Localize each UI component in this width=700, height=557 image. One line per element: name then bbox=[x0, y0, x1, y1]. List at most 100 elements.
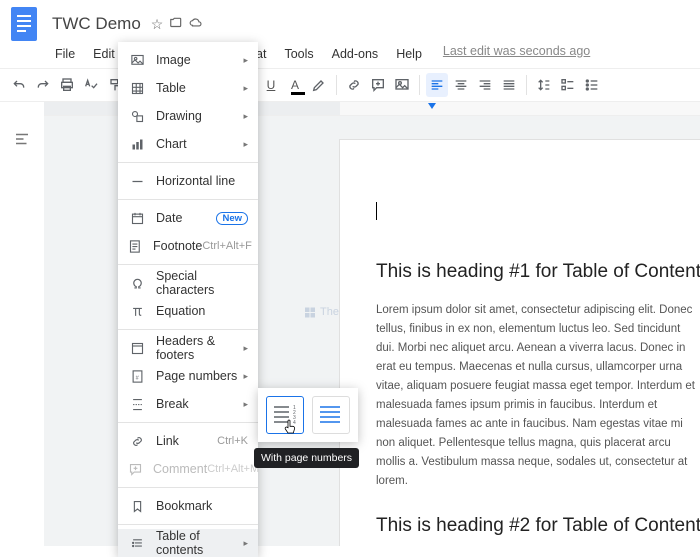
menu-item-label: Chart bbox=[156, 137, 243, 151]
menu-help[interactable]: Help bbox=[389, 44, 429, 64]
omega-icon bbox=[128, 276, 146, 291]
heading-1[interactable]: This is heading #1 for Table of Contents bbox=[376, 261, 700, 283]
text-cursor bbox=[376, 202, 377, 220]
insert-table-of-contents[interactable]: Table of contents▸ bbox=[118, 529, 258, 557]
submenu-arrow-icon: ▸ bbox=[243, 343, 248, 354]
insert-bookmark[interactable]: Bookmark bbox=[118, 492, 258, 520]
menu-item-label: Bookmark bbox=[156, 499, 248, 513]
submenu-arrow-icon: ▸ bbox=[243, 83, 248, 94]
star-icon[interactable]: ☆ bbox=[151, 16, 164, 33]
submenu-arrow-icon: ▸ bbox=[243, 399, 248, 410]
menu-item-label: Equation bbox=[156, 304, 248, 318]
align-right-button[interactable] bbox=[474, 73, 496, 97]
insert-headers-footers[interactable]: Headers & footers▸ bbox=[118, 334, 258, 362]
docs-app-icon[interactable] bbox=[10, 6, 38, 42]
menu-item-label: Special characters bbox=[156, 269, 248, 297]
date-icon bbox=[128, 211, 146, 226]
shortcut-label: Ctrl+Alt+F bbox=[202, 240, 252, 252]
insert-comment[interactable]: CommentCtrl+Alt+M bbox=[118, 455, 258, 483]
break-icon bbox=[128, 397, 146, 412]
align-center-button[interactable] bbox=[450, 73, 472, 97]
menu-edit[interactable]: Edit bbox=[86, 44, 122, 64]
image-icon bbox=[128, 53, 146, 68]
insert-table[interactable]: Table▸ bbox=[118, 74, 258, 102]
footnote-icon bbox=[128, 239, 143, 254]
menu-item-label: Footnote bbox=[153, 239, 202, 253]
move-icon[interactable] bbox=[169, 16, 183, 33]
shortcut-label: Ctrl+Alt+M bbox=[207, 463, 259, 475]
insert-equation[interactable]: Equation bbox=[118, 297, 258, 325]
line-spacing-button[interactable] bbox=[533, 73, 555, 97]
submenu-arrow-icon: ▸ bbox=[243, 111, 248, 122]
menu-item-label: Page numbers bbox=[156, 369, 243, 383]
add-comment-button[interactable] bbox=[367, 73, 389, 97]
comment-icon bbox=[128, 462, 143, 477]
menu-item-label: Drawing bbox=[156, 109, 243, 123]
insert-break[interactable]: Break▸ bbox=[118, 390, 258, 418]
hr-icon bbox=[128, 174, 146, 189]
menu-file[interactable]: File bbox=[48, 44, 82, 64]
drawing-icon bbox=[128, 109, 146, 124]
align-left-button[interactable] bbox=[426, 73, 448, 97]
toc-tooltip: With page numbers bbox=[254, 448, 359, 468]
toolbar: − 11 + B I U A bbox=[0, 68, 700, 102]
menu-item-label: Table bbox=[156, 81, 243, 95]
print-button[interactable] bbox=[56, 73, 78, 97]
text-color-button[interactable]: A bbox=[284, 73, 306, 97]
insert-link[interactable]: LinkCtrl+K bbox=[118, 427, 258, 455]
outline-icon[interactable] bbox=[13, 130, 31, 148]
menu-item-label: Comment bbox=[153, 462, 207, 476]
submenu-arrow-icon: ▸ bbox=[243, 538, 248, 549]
toc-submenu: 1234 bbox=[258, 388, 358, 442]
chart-icon bbox=[128, 137, 146, 152]
insert-link-button[interactable] bbox=[343, 73, 365, 97]
header-icon bbox=[128, 341, 146, 356]
submenu-arrow-icon: ▸ bbox=[243, 55, 248, 66]
page[interactable]: This is heading #1 for Table of Contents… bbox=[340, 140, 700, 546]
toc-icon bbox=[128, 536, 146, 551]
bookmark-icon bbox=[128, 499, 146, 514]
insert-page-numbers[interactable]: #Page numbers▸ bbox=[118, 362, 258, 390]
submenu-arrow-icon: ▸ bbox=[243, 139, 248, 150]
insert-chart[interactable]: Chart▸ bbox=[118, 130, 258, 158]
paragraph-1[interactable]: Lorem ipsum dolor sit amet, consectetur … bbox=[376, 301, 696, 491]
spellcheck-button[interactable] bbox=[80, 73, 102, 97]
insert-image-button[interactable] bbox=[391, 73, 413, 97]
menu-item-label: Date bbox=[156, 211, 216, 225]
checklist-button[interactable] bbox=[557, 73, 579, 97]
pagenum-icon: # bbox=[128, 369, 146, 384]
last-edit-link[interactable]: Last edit was seconds ago bbox=[443, 44, 590, 64]
underline-button[interactable]: U bbox=[260, 73, 282, 97]
pi-icon bbox=[128, 304, 146, 319]
document-title[interactable]: TWC Demo bbox=[48, 12, 145, 36]
undo-button[interactable] bbox=[8, 73, 30, 97]
insert-date[interactable]: DateNew bbox=[118, 204, 258, 232]
menu-item-label: Headers & footers bbox=[156, 334, 243, 362]
link-icon bbox=[128, 434, 146, 449]
toc-with-blue-links[interactable] bbox=[312, 396, 350, 434]
new-badge: New bbox=[216, 212, 248, 225]
table-icon bbox=[128, 81, 146, 96]
menu-addons[interactable]: Add-ons bbox=[325, 44, 386, 64]
menu-item-label: Image bbox=[156, 53, 243, 67]
menu-bar: File Edit View Insert Format Tools Add-o… bbox=[0, 44, 700, 64]
menu-item-label: Horizontal line bbox=[156, 174, 248, 188]
outline-sidebar[interactable] bbox=[0, 116, 44, 546]
menu-item-label: Link bbox=[156, 434, 217, 448]
insert-special-characters[interactable]: Special characters bbox=[118, 269, 258, 297]
bulleted-list-button[interactable] bbox=[581, 73, 603, 97]
insert-footnote[interactable]: FootnoteCtrl+Alt+F bbox=[118, 232, 258, 260]
cloud-status-icon[interactable] bbox=[189, 16, 203, 33]
insert-image[interactable]: Image▸ bbox=[118, 46, 258, 74]
insert-drawing[interactable]: Drawing▸ bbox=[118, 102, 258, 130]
heading-2[interactable]: This is heading #2 for Table of Contents bbox=[376, 515, 700, 537]
insert-menu-dropdown: Image▸Table▸Drawing▸Chart▸Horizontal lin… bbox=[118, 42, 258, 557]
redo-button[interactable] bbox=[32, 73, 54, 97]
highlight-button[interactable] bbox=[308, 73, 330, 97]
menu-item-label: Break bbox=[156, 397, 243, 411]
align-justify-button[interactable] bbox=[498, 73, 520, 97]
pointer-cursor bbox=[282, 418, 298, 439]
shortcut-label: Ctrl+K bbox=[217, 435, 248, 447]
menu-tools[interactable]: Tools bbox=[277, 44, 320, 64]
insert-horizontal-line[interactable]: Horizontal line bbox=[118, 167, 258, 195]
